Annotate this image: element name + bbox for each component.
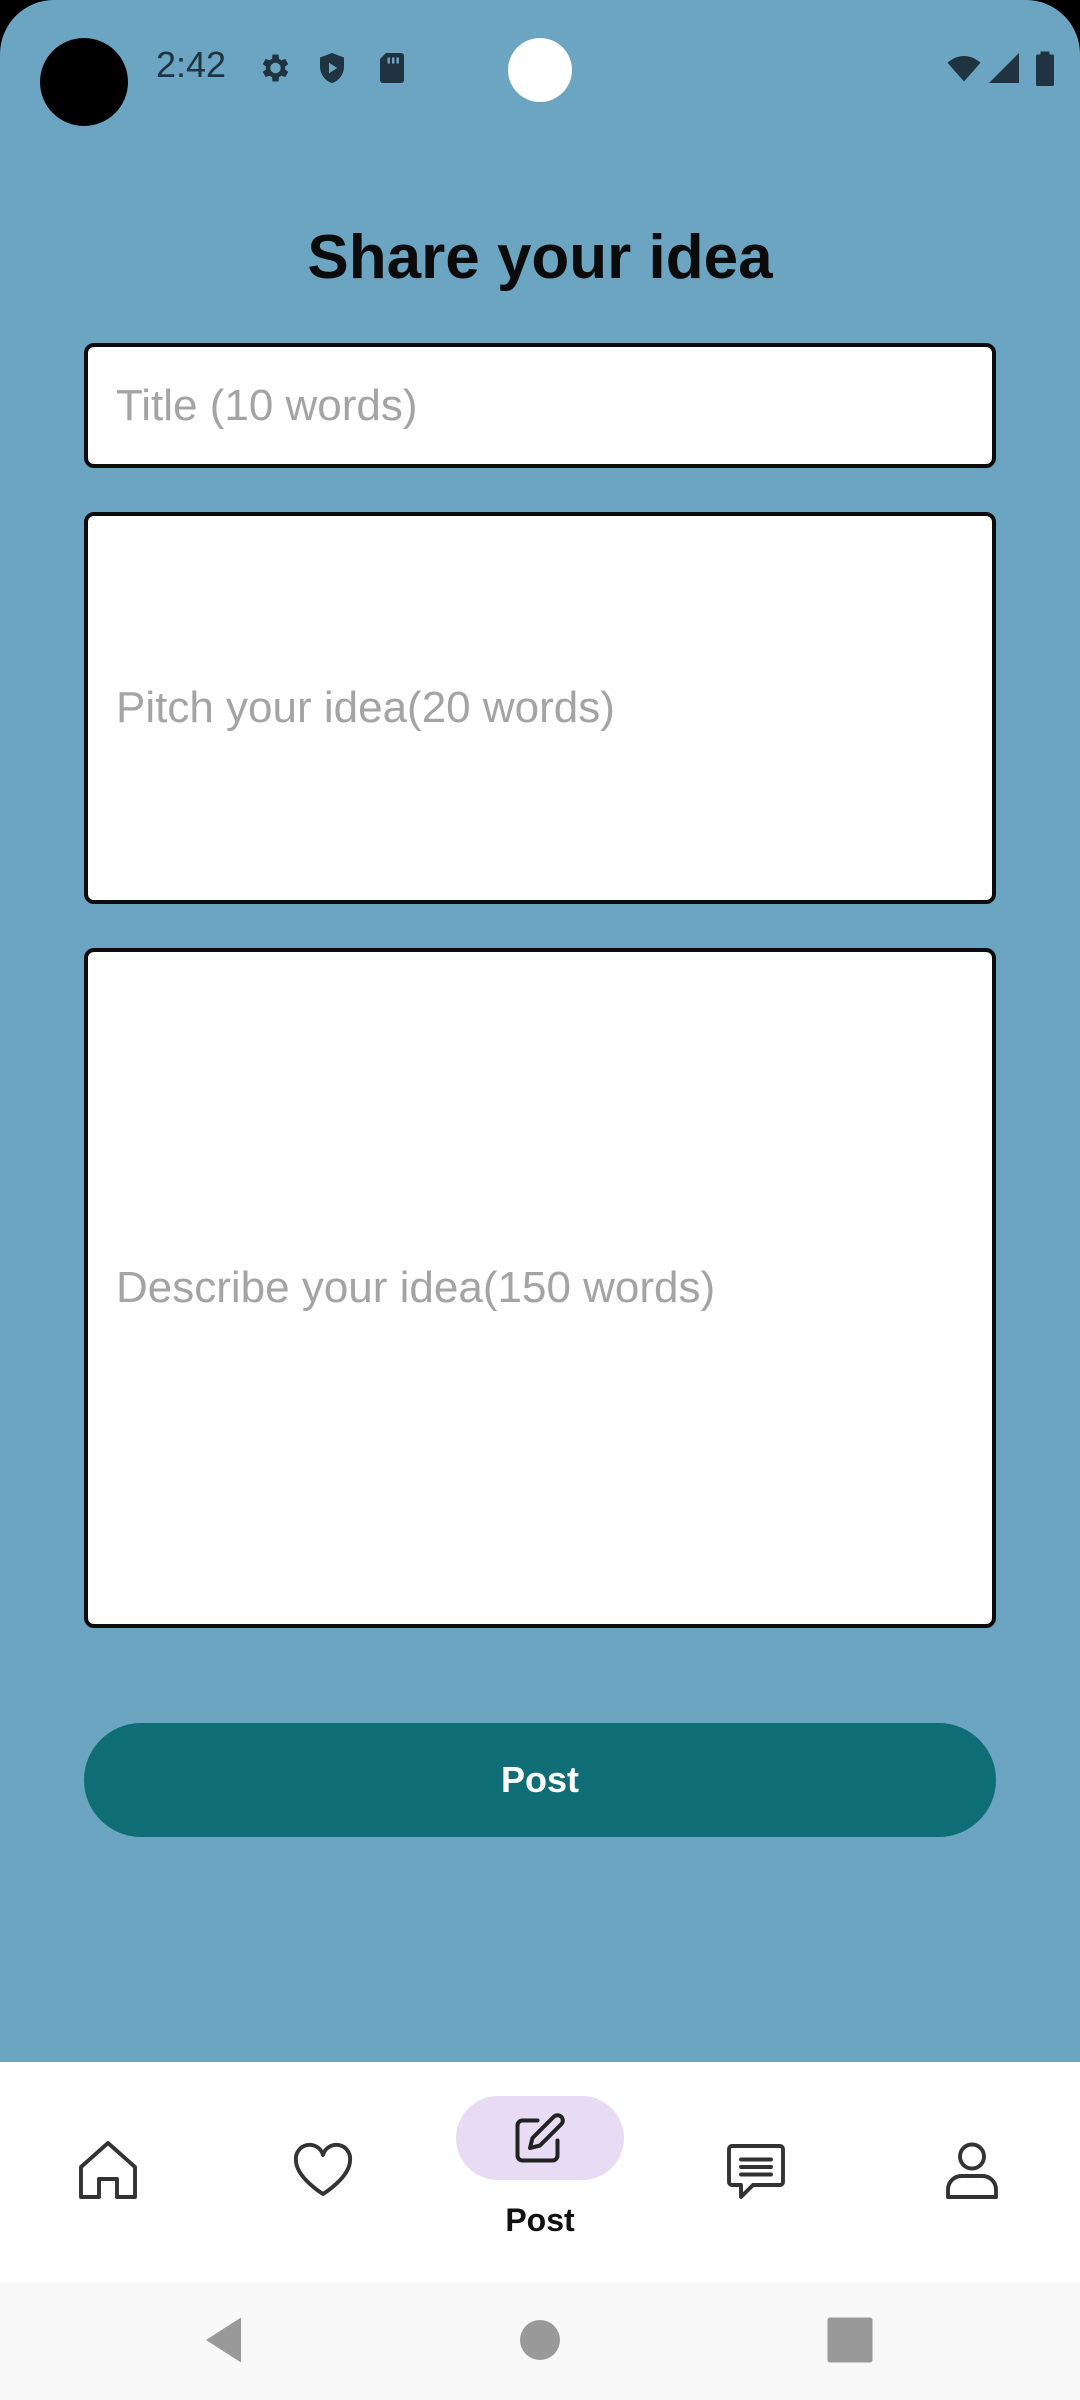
heart-icon (287, 2134, 359, 2206)
status-bar: 2:42 (0, 0, 1080, 140)
nav-item-profile[interactable] (872, 2062, 1072, 2282)
system-nav-bar (0, 2282, 1080, 2400)
nav-item-home[interactable] (8, 2062, 208, 2282)
pitch-input[interactable] (88, 678, 992, 738)
camera-cutout (40, 38, 128, 126)
front-camera (508, 38, 572, 102)
nav-label-post: Post (505, 2202, 575, 2238)
wifi-icon (944, 50, 984, 86)
shield-play-icon (314, 50, 350, 86)
home-circle-icon[interactable] (510, 2310, 570, 2370)
bottom-nav: Post (0, 2062, 1080, 2282)
profile-icon (936, 2134, 1008, 2206)
edit-icon (510, 2108, 570, 2168)
settings-icon (256, 50, 292, 86)
page-title: Share your idea (307, 223, 773, 292)
nav-item-messages[interactable] (656, 2062, 856, 2282)
status-time: 2:42 (156, 44, 227, 85)
recents-square-icon[interactable] (820, 2310, 880, 2370)
home-icon (72, 2134, 144, 2206)
screen: 2:42 Share your idea Post (0, 0, 1080, 2400)
description-field[interactable] (84, 948, 996, 1628)
title-field[interactable] (84, 343, 996, 468)
pitch-field[interactable] (84, 512, 996, 904)
back-icon[interactable] (196, 2310, 256, 2370)
signal-icon (986, 50, 1022, 86)
nav-item-favorites[interactable] (223, 2062, 423, 2282)
nav-item-post[interactable] (456, 2096, 624, 2180)
chat-icon (720, 2134, 792, 2206)
sd-card-icon (374, 50, 410, 86)
title-input[interactable] (88, 380, 992, 431)
post-button[interactable]: Post (84, 1723, 996, 1837)
description-input[interactable] (88, 1258, 992, 1318)
battery-icon (1034, 50, 1060, 86)
